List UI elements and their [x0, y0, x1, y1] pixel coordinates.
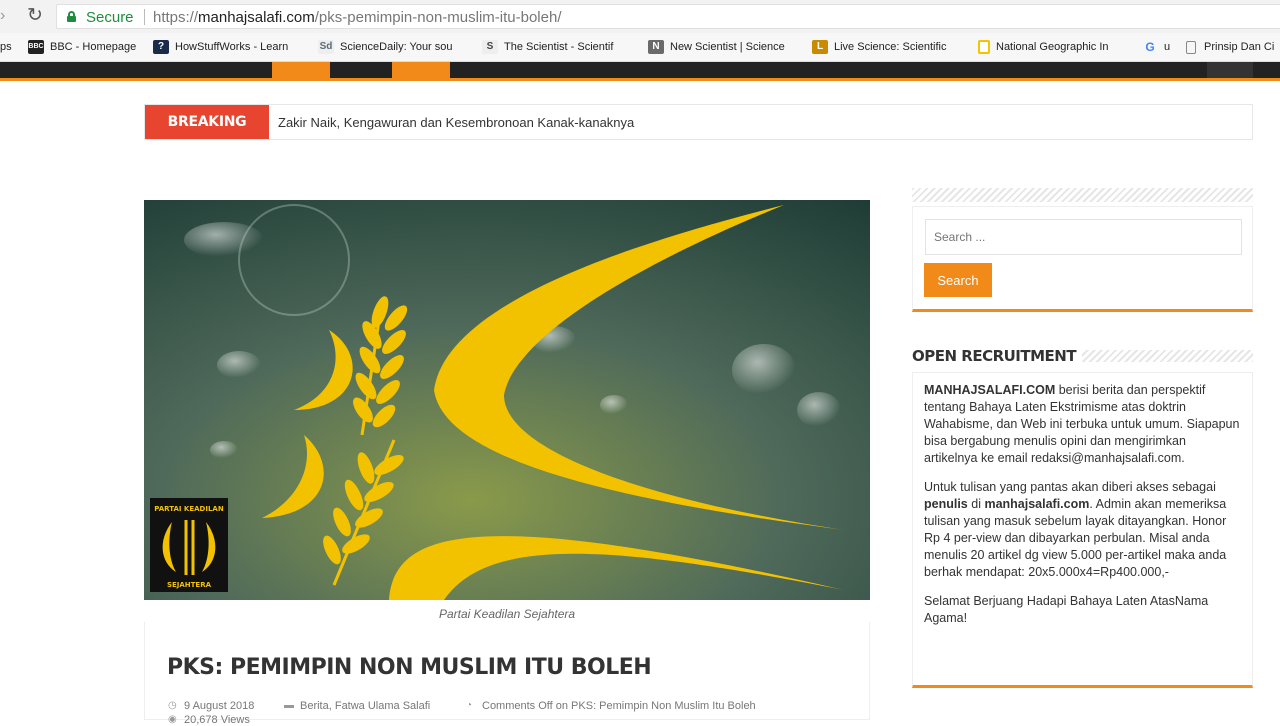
forward-arrow-icon[interactable]: › — [0, 8, 12, 24]
recruitment-widget: MANHAJSALAFI.COM berisi berita dan persp… — [912, 372, 1253, 688]
search-widget: Search — [912, 206, 1253, 312]
secure-label: Secure — [86, 9, 134, 26]
natgeo-icon — [978, 40, 990, 54]
post-views: ◉ 20,678 Views — [168, 714, 250, 726]
logo-text-top: PARTAI KEADILAN — [154, 505, 224, 513]
bbc-icon: BBC — [28, 40, 44, 54]
nav-tab[interactable] — [272, 62, 330, 78]
widget-header-stripe — [1058, 350, 1253, 362]
eye-icon: ◉ — [168, 714, 177, 725]
bookmark-natgeo[interactable]: National Geographic In — [978, 39, 1124, 55]
url-field[interactable]: Secure https://manhajsalafi.com/pks-pemi… — [56, 4, 1280, 29]
recruitment-header: OPEN RECRUITMENT — [912, 346, 1253, 366]
bookmark-howstuffworks[interactable]: ? HowStuffWorks - Learn — [153, 39, 301, 55]
search-button[interactable]: Search — [924, 263, 992, 297]
url-text: https://manhajsalafi.com/pks-pemimpin-no… — [153, 9, 562, 26]
thescientist-icon: S — [482, 40, 498, 54]
recruitment-paragraph: MANHAJSALAFI.COM berisi berita dan persp… — [924, 383, 1240, 465]
breaking-news-headline[interactable]: Zakir Naik, Kengawuran dan Kesembronoan … — [278, 115, 634, 130]
featured-image[interactable]: PARTAI KEADILAN SEJAHTERA — [144, 200, 870, 600]
google-icon: G — [1145, 40, 1155, 54]
post-comments: ◔ Comments Off on PKS: Pemimpin Non Musli… — [466, 700, 756, 712]
url-divider — [144, 9, 145, 25]
folder-icon: ▬ — [284, 700, 294, 711]
bookmark-apps[interactable]: ps — [0, 39, 12, 55]
bookmark-sciencedaily[interactable]: Sd ScienceDaily: Your sou — [318, 39, 466, 55]
post-categories[interactable]: ▬ Berita, Fatwa Ulama Salafi — [284, 700, 430, 712]
breaking-news-bar: BREAKING NEWS Zakir Naik, Kengawuran dan… — [144, 104, 1253, 164]
recruitment-paragraph: Selamat Berjuang Hadapi Bahaya Laten Ata… — [924, 594, 1209, 625]
bookmark-google[interactable]: Gu — [1142, 39, 1174, 55]
lock-icon — [67, 11, 76, 22]
logo-text-bottom: SEJAHTERA — [167, 581, 212, 589]
image-caption: Partai Keadilan Sejahtera — [438, 607, 576, 621]
newscientist-icon: N — [648, 40, 664, 54]
bookmark-bbc[interactable]: BBC BBC - Homepage — [28, 39, 140, 55]
bookmark-thescientist[interactable]: S The Scientist - Scientif — [482, 39, 628, 55]
recruitment-paragraph: Untuk tulisan yang pantas akan diberi ak… — [924, 480, 1227, 579]
pks-logo-artwork: PARTAI KEADILAN SEJAHTERA — [144, 200, 870, 600]
livescience-icon: L — [812, 40, 828, 54]
breaking-news-label: BREAKING NEWS — [145, 105, 269, 164]
nav-tab[interactable] — [392, 62, 450, 78]
bookmark-newscientist[interactable]: N New Scientist | Science — [648, 39, 794, 55]
bookmark-prinsip[interactable]: Prinsip Dan Ci — [1186, 39, 1280, 55]
widget-header-stripe — [912, 188, 1253, 202]
reload-icon[interactable]: ↻ — [24, 5, 46, 27]
site-nav-bar — [0, 62, 1280, 81]
howstuffworks-icon: ? — [153, 40, 169, 54]
search-input[interactable] — [925, 219, 1242, 255]
comment-icon: ◔ — [466, 700, 473, 711]
nav-tab[interactable] — [1207, 62, 1253, 78]
browser-address-bar: › ↻ Secure https://manhajsalafi.com/pks-… — [0, 0, 1280, 33]
post-date: ◷ 9 August 2018 — [168, 700, 255, 712]
bookmarks-bar: ps BBC BBC - Homepage ? HowStuffWorks - Le… — [0, 33, 1280, 62]
post-title: PKS: PEMIMPIN NON MUSLIM ITU BOLEH — [167, 655, 652, 680]
clock-icon: ◷ — [168, 700, 177, 711]
bookmark-livescience[interactable]: L Live Science: Scientific — [812, 39, 958, 55]
document-icon — [1186, 40, 1196, 54]
sciencedaily-icon: Sd — [318, 40, 334, 54]
recruitment-title: OPEN RECRUITMENT — [912, 346, 1083, 366]
